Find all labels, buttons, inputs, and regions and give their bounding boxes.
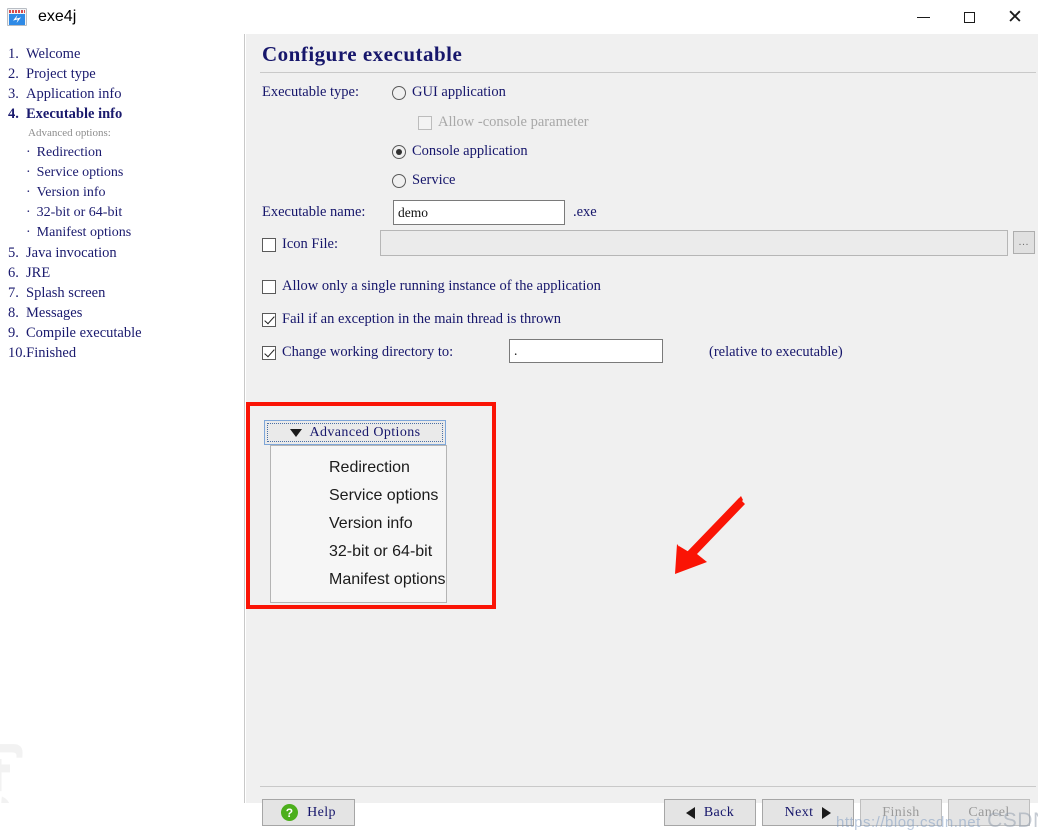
cancel-button[interactable]: Cancel — [948, 799, 1030, 826]
radio-console-application[interactable]: Console application — [392, 143, 528, 160]
page-title: Configure executable — [262, 42, 463, 66]
icon-file-browse-button[interactable]: ... — [1013, 231, 1035, 254]
checkbox-fail-on-exception[interactable]: Fail if an exception in the main thread … — [262, 311, 561, 328]
title-divider — [260, 72, 1036, 73]
checkbox-icon[interactable] — [262, 237, 276, 252]
chevron-right-icon — [822, 806, 832, 819]
radio-service[interactable]: Service — [392, 172, 455, 189]
back-button[interactable]: Back — [664, 799, 756, 826]
checkbox-icon[interactable] — [262, 312, 276, 327]
menu-item-redirection[interactable]: Redirection — [271, 454, 446, 482]
bullet-icon: · — [26, 205, 31, 220]
question-mark-icon: ? — [281, 804, 299, 821]
title-bar: exe4j ✕ — [0, 0, 1038, 34]
chevron-left-icon — [685, 806, 695, 819]
sidebar-item-java-invocation[interactable]: 5. Java invocation — [0, 243, 244, 263]
next-button[interactable]: Next — [762, 799, 854, 826]
maximize-button[interactable] — [946, 0, 992, 34]
main-panel: Configure executable Executable type: GU… — [246, 34, 1038, 832]
finish-button[interactable]: Finish — [860, 799, 942, 826]
close-icon[interactable]: ✕ — [992, 0, 1038, 34]
checkbox-single-instance[interactable]: Allow only a single running instance of … — [262, 278, 601, 295]
radio-gui-application[interactable]: GUI application — [392, 84, 506, 101]
wizard-sidebar: 1. Welcome 2. Project type 3. Application i… — [0, 34, 245, 803]
advanced-options-button[interactable]: Advanced Options — [264, 420, 446, 445]
advanced-options-menu: Redirection Service options Version info… — [270, 445, 447, 603]
sidebar-subitem-version-info[interactable]: · Version info — [0, 183, 244, 203]
window-controls: ✕ — [900, 0, 1038, 34]
annotation-arrow-icon — [675, 496, 745, 574]
checkbox-icon[interactable] — [262, 345, 276, 360]
menu-item-service-options[interactable]: Service options — [271, 482, 446, 510]
sidebar-item-messages[interactable]: 8. Messages — [0, 303, 244, 323]
checkbox-icon[interactable] — [262, 279, 276, 294]
working-directory-input[interactable] — [509, 339, 663, 363]
sidebar-subitem-service-options[interactable]: · Service options — [0, 163, 244, 183]
radio-icon[interactable] — [392, 173, 406, 188]
executable-extension-label: .exe — [573, 204, 597, 220]
checkbox-change-working-directory[interactable]: Change working directory to: — [262, 344, 453, 361]
bullet-icon: · — [26, 165, 31, 180]
sidebar-nav-list: 1. Welcome 2. Project type 3. Application i… — [0, 34, 244, 363]
checkbox-allow-console-parameter[interactable]: Allow -console parameter — [418, 114, 589, 131]
menu-item-version-info[interactable]: Version info — [271, 510, 446, 538]
executable-name-input[interactable] — [393, 200, 565, 225]
footer-divider — [260, 786, 1036, 787]
help-button[interactable]: ? Help — [262, 799, 355, 826]
sidebar-subitem-32-or-64-bit[interactable]: · 32-bit or 64-bit — [0, 203, 244, 223]
sidebar-item-jre[interactable]: 6. JRE — [0, 263, 244, 283]
bullet-icon: · — [26, 185, 31, 200]
sidebar-advanced-options-label: Advanced options: — [28, 127, 111, 139]
checkbox-icon-file[interactable]: Icon File: — [262, 236, 338, 253]
sidebar-item-compile-executable[interactable]: 9. Compile executable — [0, 323, 244, 343]
bullet-icon: · — [26, 145, 31, 160]
sidebar-item-welcome[interactable]: 1. Welcome — [0, 44, 244, 64]
focus-outline — [267, 423, 443, 442]
radio-icon[interactable] — [392, 85, 406, 100]
sidebar-item-executable-info[interactable]: 4. Executable info — [0, 104, 244, 124]
checkbox-icon[interactable] — [418, 115, 432, 130]
sidebar-item-finished[interactable]: 10.Finished — [0, 343, 244, 363]
minimize-button[interactable] — [900, 0, 946, 34]
sidebar-item-application-info[interactable]: 3. Application info — [0, 84, 244, 104]
executable-name-label: Executable name: — [262, 204, 366, 220]
working-directory-hint: (relative to executable) — [709, 344, 843, 360]
radio-icon[interactable] — [392, 144, 406, 159]
sidebar-watermark: exe4j — [0, 718, 24, 803]
executable-type-label: Executable type: — [262, 84, 360, 100]
sidebar-subitem-manifest-options[interactable]: · Manifest options — [0, 223, 244, 243]
icon-file-input[interactable] — [380, 230, 1008, 256]
menu-item-32-or-64-bit[interactable]: 32-bit or 64-bit — [271, 538, 446, 566]
sidebar-item-splash-screen[interactable]: 7. Splash screen — [0, 283, 244, 303]
exe4j-logo-icon — [7, 8, 27, 26]
window-title: exe4j — [38, 8, 77, 25]
menu-item-manifest-options[interactable]: Manifest options — [271, 566, 446, 594]
sidebar-subitem-redirection[interactable]: · Redirection — [0, 143, 244, 163]
bullet-icon: · — [26, 225, 31, 240]
sidebar-item-project-type[interactable]: 2. Project type — [0, 64, 244, 84]
